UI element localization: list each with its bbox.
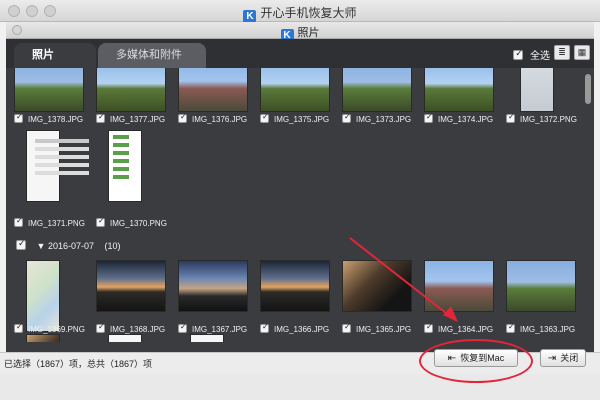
photo-caption[interactable]: IMG_1367.JPG	[178, 324, 247, 334]
photo-checkbox[interactable]	[178, 114, 187, 123]
photo-thumbnail[interactable]	[506, 260, 576, 312]
photo-filename: IMG_1365.JPG	[356, 325, 411, 334]
list-view-button[interactable]: ≣	[554, 45, 570, 60]
photo-checkbox[interactable]	[506, 114, 515, 123]
photo-thumbnail[interactable]	[342, 260, 412, 312]
photo-checkbox[interactable]	[96, 218, 105, 227]
photo-filename: IMG_1374.JPG	[438, 115, 493, 124]
photo-thumbnail[interactable]	[178, 260, 248, 312]
photo-filename: IMG_1378.JPG	[28, 115, 83, 124]
photo-filename: IMG_1375.JPG	[274, 115, 329, 124]
photo-thumbnail[interactable]	[108, 334, 142, 342]
group-date: 2016-07-07	[48, 241, 94, 251]
photo-checkbox[interactable]	[342, 324, 351, 333]
annotation-circle	[419, 339, 533, 383]
photo-thumbnail[interactable]	[190, 334, 224, 342]
photo-thumbnail[interactable]	[96, 68, 166, 112]
photo-checkbox[interactable]	[96, 114, 105, 123]
photo-thumbnail[interactable]	[342, 68, 412, 112]
exit-icon: ⇥	[548, 351, 556, 367]
photo-thumbnail[interactable]	[424, 260, 494, 312]
photo-filename: IMG_1364.JPG	[438, 325, 493, 334]
list-icon: ≣	[558, 47, 566, 57]
photo-checkbox[interactable]	[14, 218, 23, 227]
photo-caption[interactable]: IMG_1373.JPG	[342, 114, 411, 124]
photo-thumbnail[interactable]	[178, 68, 248, 112]
photo-thumbnail[interactable]	[260, 260, 330, 312]
photo-caption[interactable]: IMG_1363.JPG	[506, 324, 575, 334]
photo-checkbox[interactable]	[342, 114, 351, 123]
photo-thumbnail[interactable]	[424, 68, 494, 112]
photo-filename: IMG_1367.JPG	[192, 325, 247, 334]
photo-caption[interactable]: IMG_1369.PNG	[14, 324, 85, 334]
photo-checkbox[interactable]	[424, 324, 433, 333]
photo-caption[interactable]: IMG_1365.JPG	[342, 324, 411, 334]
close-button-label: 关闭	[560, 353, 578, 363]
photo-thumbnail[interactable]	[520, 68, 554, 112]
group-count: (10)	[105, 241, 121, 251]
date-group-header[interactable]: ▼ 2016-07-07 (10)	[16, 240, 121, 251]
photo-caption[interactable]: IMG_1378.JPG	[14, 114, 83, 124]
tab-bar: 照片 多媒体和附件 全选 ≣ ▦	[6, 39, 594, 68]
photo-grid: IMG_1378.JPG IMG_1377.JPG IMG_1376.JPG I…	[6, 68, 582, 342]
photo-caption[interactable]: IMG_1366.JPG	[260, 324, 329, 334]
group-select-checkbox[interactable]	[16, 240, 26, 250]
photo-filename: IMG_1369.PNG	[28, 325, 85, 334]
photo-checkbox[interactable]	[178, 324, 187, 333]
select-all-checkbox[interactable]	[513, 50, 523, 60]
photo-checkbox[interactable]	[14, 114, 23, 123]
app-titlebar: K开心手机恢复大师	[0, 0, 600, 22]
photo-checkbox[interactable]	[424, 114, 433, 123]
photo-caption[interactable]: IMG_1371.PNG	[14, 218, 85, 228]
close-button[interactable]: ⇥ 关闭	[540, 349, 586, 367]
photo-caption[interactable]: IMG_1368.JPG	[96, 324, 165, 334]
app-title: K开心手机恢复大师	[0, 4, 600, 23]
photo-filename: IMG_1371.PNG	[28, 219, 85, 228]
selection-status: 已选择（1867）项，总共（1867）项	[4, 357, 152, 370]
photo-thumbnail[interactable]	[96, 260, 166, 312]
tab-media-attachments[interactable]: 多媒体和附件	[98, 43, 206, 68]
photo-caption[interactable]: IMG_1372.PNG	[506, 114, 577, 124]
photo-caption[interactable]: IMG_1376.JPG	[178, 114, 247, 124]
photo-thumbnail[interactable]	[108, 130, 142, 202]
vertical-scrollbar[interactable]	[582, 68, 594, 342]
photo-thumbnail[interactable]	[14, 68, 84, 112]
photo-checkbox[interactable]	[260, 114, 269, 123]
photo-caption[interactable]: IMG_1374.JPG	[424, 114, 493, 124]
photo-thumbnail[interactable]	[260, 68, 330, 112]
photos-panel: K照片 照片 多媒体和附件 全选 ≣ ▦ IMG_137	[6, 22, 594, 374]
app-window: K开心手机恢复大师 K照片 照片 多媒体和附件 全选 ≣ ▦	[0, 0, 600, 400]
photo-checkbox[interactable]	[14, 324, 23, 333]
photos-panel-title-text: 照片	[298, 27, 320, 39]
photo-filename: IMG_1370.PNG	[110, 219, 167, 228]
select-all-label: 全选	[530, 51, 550, 62]
photo-checkbox[interactable]	[506, 324, 515, 333]
app-title-text: 开心手机恢复大师	[260, 6, 356, 20]
photo-checkbox[interactable]	[96, 324, 105, 333]
collapse-triangle-icon[interactable]: ▼	[37, 241, 46, 251]
grid-icon: ▦	[578, 47, 587, 57]
photo-filename: IMG_1376.JPG	[192, 115, 247, 124]
photo-filename: IMG_1373.JPG	[356, 115, 411, 124]
photo-thumbnail[interactable]	[26, 130, 60, 202]
photo-filename: IMG_1377.JPG	[110, 115, 165, 124]
select-all-toggle[interactable]: 全选	[513, 47, 550, 62]
photo-caption[interactable]: IMG_1370.PNG	[96, 218, 167, 228]
scrollbar-thumb[interactable]	[585, 74, 591, 104]
photo-filename: IMG_1363.JPG	[520, 325, 575, 334]
photo-filename: IMG_1372.PNG	[520, 115, 577, 124]
photo-filename: IMG_1368.JPG	[110, 325, 165, 334]
photos-panel-titlebar: K照片	[6, 22, 594, 39]
photo-thumbnail[interactable]	[26, 260, 60, 332]
tab-photos[interactable]: 照片	[14, 43, 96, 68]
photo-thumbnail[interactable]	[26, 334, 60, 342]
grid-view-button[interactable]: ▦	[574, 45, 590, 60]
photo-caption[interactable]: IMG_1364.JPG	[424, 324, 493, 334]
photo-caption[interactable]: IMG_1377.JPG	[96, 114, 165, 124]
photo-filename: IMG_1366.JPG	[274, 325, 329, 334]
photo-checkbox[interactable]	[260, 324, 269, 333]
photo-caption[interactable]: IMG_1375.JPG	[260, 114, 329, 124]
